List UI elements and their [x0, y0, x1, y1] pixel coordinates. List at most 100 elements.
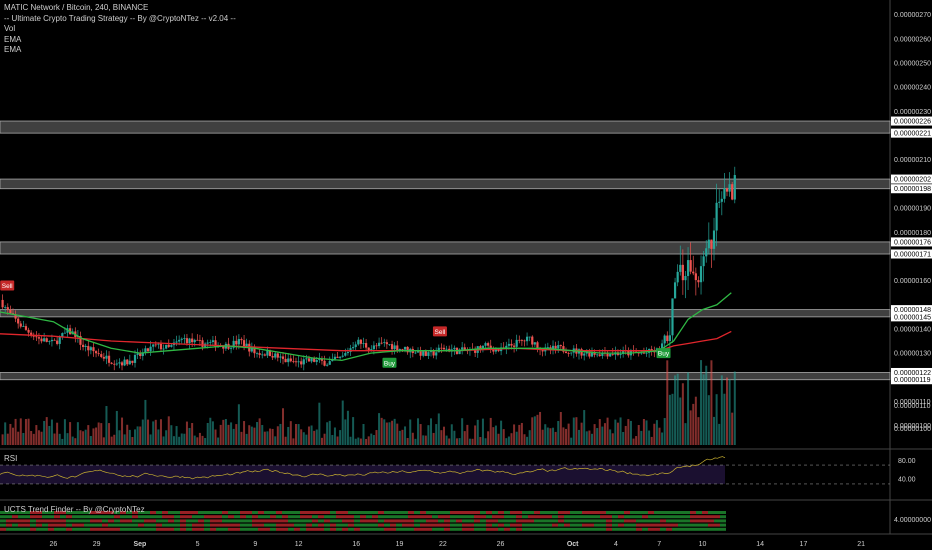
trend-cell-1-210	[210, 515, 216, 519]
price-tick-10: 0.00000130	[894, 351, 931, 358]
trend-cell-0-450	[450, 511, 456, 514]
trend-cell-1-324	[324, 515, 330, 519]
trend-cell-4-342	[342, 527, 348, 531]
legend-strategy[interactable]: -- Ultimate Crypto Trading Strategy -- B…	[4, 14, 236, 25]
candle-body-274	[712, 230, 716, 249]
trend-cell-2-204	[204, 519, 210, 523]
time-tick-1: 29	[93, 541, 101, 548]
trend-cell-3-330	[330, 523, 336, 527]
candle-body-187	[487, 343, 490, 346]
trend-cell-1-372	[372, 515, 378, 519]
trend-cell-0-648	[648, 511, 654, 514]
volume-bar-267	[694, 396, 697, 445]
legend-ema-2[interactable]: EMA	[4, 45, 236, 56]
candle-body-155	[403, 346, 407, 350]
volume-bar-253	[658, 427, 661, 445]
trend-cell-2-150	[150, 519, 156, 523]
trend-finder-label[interactable]: UCTS Trend Finder -- By @CryptoNTez	[4, 505, 145, 514]
trend-cell-4-678	[678, 527, 684, 531]
trend-cell-3-528	[528, 523, 534, 527]
trend-cell-2-570	[570, 519, 576, 523]
volume-bar-53	[139, 426, 142, 445]
trend-cell-3-312	[312, 523, 318, 527]
trend-cell-1-612	[612, 515, 618, 519]
trend-cell-1-312	[312, 515, 318, 519]
candle-body-200	[520, 340, 523, 341]
trend-cell-4-312	[312, 527, 318, 531]
trend-cell-4-180	[180, 527, 186, 531]
trend-cell-4-516	[516, 527, 522, 531]
trend-cell-3-246	[246, 523, 252, 527]
trend-cell-4-234	[234, 527, 240, 531]
trend-cell-1-594	[594, 515, 600, 519]
trend-cell-0-144	[144, 511, 150, 514]
volume-bar-249	[648, 430, 651, 445]
trend-cell-3-96	[96, 523, 102, 527]
volume-bar-228	[593, 424, 596, 445]
candle-body-9	[24, 326, 28, 330]
legend-vol[interactable]: Vol	[4, 24, 236, 35]
trend-cell-3-318	[318, 523, 324, 527]
trend-cell-0-480	[480, 511, 486, 514]
trend-cell-4-324	[324, 527, 330, 531]
trend-cell-0-636	[636, 511, 642, 514]
candle-body-138	[359, 339, 363, 344]
trend-cell-2-408	[408, 519, 414, 523]
trend-cell-4-66	[66, 527, 72, 531]
trend-cell-4-192	[192, 527, 198, 531]
candle-body-124	[323, 360, 326, 366]
volume-bar-135	[352, 417, 355, 445]
candle-body-125	[326, 364, 329, 366]
volume-bar-127	[331, 435, 334, 445]
volume-bar-98	[256, 422, 259, 445]
trend-cell-4-198	[198, 527, 204, 531]
level-zone-1	[0, 178, 891, 190]
candle-body-169	[440, 347, 443, 349]
trend-cell-4-174	[174, 527, 180, 531]
trend-cell-4-144	[144, 527, 150, 531]
volume-bar-91	[237, 404, 240, 445]
trend-cell-4-606	[606, 527, 612, 531]
trend-cell-3-678	[678, 523, 684, 527]
trend-cell-2-468	[468, 519, 474, 523]
candle-body-56	[146, 348, 150, 352]
legend-ema-1[interactable]: EMA	[4, 35, 236, 46]
trend-cell-3-492	[492, 523, 498, 527]
trend-cell-4-534	[534, 527, 540, 531]
trend-cell-1-528	[528, 515, 534, 519]
legend-symbol[interactable]: MATIC Network / Bitcoin, 240, BINANCE	[4, 3, 236, 14]
trend-cell-2-36	[36, 519, 42, 523]
volume-bar-250	[650, 436, 653, 445]
trend-cell-2-132	[132, 519, 138, 523]
trend-cell-3-516	[516, 523, 522, 527]
price-chart[interactable]: Sell Buy Sell Buy 0.00000270 0.00000260 0.0000…	[0, 0, 932, 550]
trend-cell-1-114	[114, 515, 120, 519]
candle-body-51	[133, 354, 137, 363]
volume-tick-0: 0.00000110	[894, 403, 931, 410]
candle-body-129	[336, 356, 339, 358]
candle-body-206	[536, 342, 539, 349]
level-label-3: 0.00000198	[894, 186, 931, 193]
candle-body-198	[515, 339, 518, 347]
volume-bar-85	[222, 419, 225, 445]
candle-body-257	[668, 335, 671, 342]
candle-body-38	[100, 354, 103, 357]
level-label-1: 0.00000221	[894, 131, 931, 138]
trend-cell-1-522	[522, 515, 528, 519]
trend-cell-0-324	[324, 511, 330, 514]
trend-cell-4-162	[162, 527, 168, 531]
volume-bar-54	[141, 419, 144, 445]
volume-bar-152	[396, 423, 399, 445]
trend-cell-3-570	[570, 523, 576, 527]
candle-body-271	[705, 248, 708, 257]
candle-body-77	[201, 340, 204, 347]
volume-bar-169	[440, 430, 443, 445]
volume-bar-240	[624, 425, 627, 445]
candle-body-61	[159, 343, 163, 350]
candle-body-204	[531, 336, 534, 345]
volume-bar-0	[1, 434, 4, 445]
trend-cell-1-426	[426, 515, 432, 519]
rsi-pane-label[interactable]: RSI	[4, 454, 17, 463]
candle-body-46	[120, 362, 124, 366]
trend-cell-3-558	[558, 523, 564, 527]
